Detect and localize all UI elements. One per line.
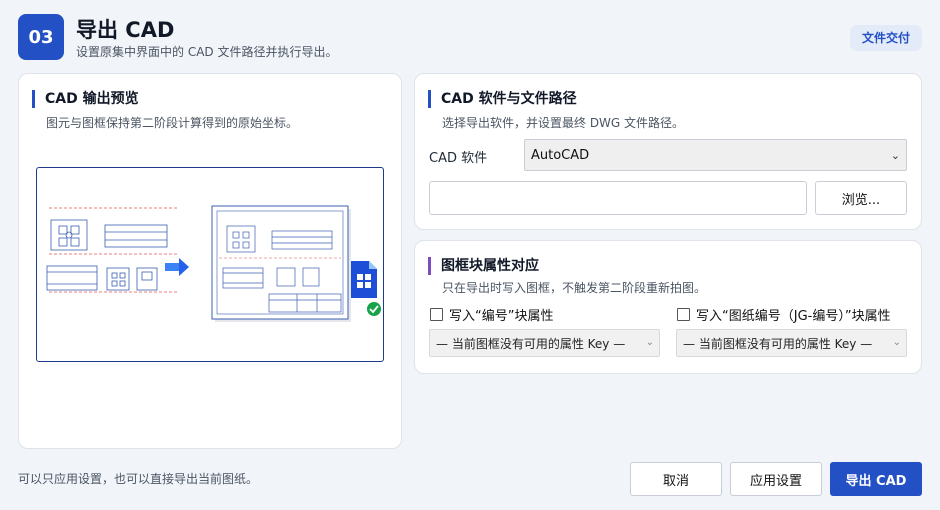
attributes-title: 图框块属性对应: [428, 257, 539, 275]
preview-title: CAD 输出预览: [32, 90, 139, 108]
browse-button[interactable]: 浏览...: [815, 181, 907, 215]
page-subtitle: 设置原集中界面中的 CAD 文件路径并执行导出。: [76, 45, 338, 59]
check-circle-icon: [367, 302, 381, 316]
dwg-file-icon: [351, 261, 377, 298]
drawing-number-key-value: — 当前图框没有可用的属性 Key —: [683, 336, 873, 351]
cad-software-select[interactable]: AutoCAD ⌄: [524, 139, 907, 171]
export-cad-button[interactable]: 导出 CAD: [830, 462, 922, 496]
attributes-desc: 只在导出时写入图框，不触发第二阶段重新拍图。: [442, 281, 707, 295]
checkbox-box[interactable]: [430, 308, 443, 321]
step-badge: 03: [18, 14, 64, 60]
arrow-right-icon: [165, 258, 189, 276]
number-key-value: — 当前图框没有可用的属性 Key —: [436, 336, 626, 351]
cad-software-card: CAD 软件与文件路径 选择导出软件，并设置最终 DWG 文件路径。 CAD 软…: [414, 73, 922, 230]
dwg-path-input[interactable]: [429, 181, 807, 215]
page-title: 导出 CAD: [76, 18, 175, 42]
block-attribute-card: 图框块属性对应 只在导出时写入图框，不触发第二阶段重新拍图。 写入“编号”块属性…: [414, 240, 922, 374]
cad-preview-card: CAD 输出预览 图元与图框保持第二阶段计算得到的原始坐标。: [18, 73, 402, 449]
number-key-select[interactable]: — 当前图框没有可用的属性 Key — ⌄: [429, 329, 660, 357]
chevron-down-icon: ⌄: [892, 337, 901, 348]
write-number-checkbox[interactable]: 写入“编号”块属性: [430, 305, 553, 324]
cad-preview-image: [36, 167, 384, 362]
chevron-down-icon: ⌄: [890, 149, 900, 162]
chevron-down-icon: ⌄: [645, 337, 654, 348]
cad-software-label: CAD 软件: [429, 151, 488, 166]
software-desc: 选择导出软件，并设置最终 DWG 文件路径。: [442, 116, 685, 130]
cad-drawing-illustration: [46, 205, 381, 322]
write-drawing-number-checkbox[interactable]: 写入“图纸编号（JG-编号）”块属性: [677, 305, 891, 324]
section-tag: 文件交付: [849, 25, 922, 51]
footer-note: 可以只应用设置，也可以直接导出当前图纸。: [18, 472, 259, 486]
write-drawing-number-label: 写入“图纸编号（JG-编号）”块属性: [696, 309, 891, 324]
cad-software-value: AutoCAD: [531, 147, 590, 163]
preview-desc: 图元与图框保持第二阶段计算得到的原始坐标。: [46, 116, 299, 130]
apply-settings-button[interactable]: 应用设置: [730, 462, 822, 496]
drawing-number-key-select[interactable]: — 当前图框没有可用的属性 Key — ⌄: [676, 329, 907, 357]
page-header: 03 导出 CAD 设置原集中界面中的 CAD 文件路径并执行导出。 文件交付: [18, 12, 922, 62]
software-title: CAD 软件与文件路径: [428, 90, 577, 108]
cancel-button[interactable]: 取消: [630, 462, 722, 496]
write-number-label: 写入“编号”块属性: [449, 309, 554, 324]
checkbox-box[interactable]: [677, 308, 690, 321]
